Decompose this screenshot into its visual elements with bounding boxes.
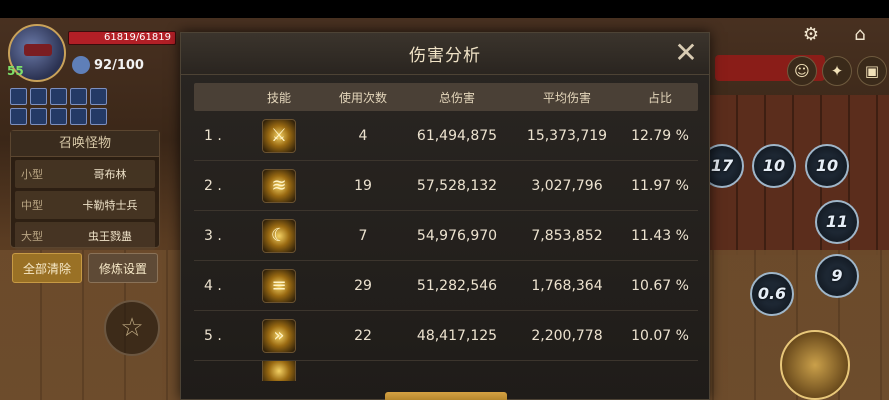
row-skill: » (234, 318, 324, 353)
row-rank: 5 . (204, 327, 222, 344)
close-icon[interactable]: ✕ (671, 39, 701, 69)
row-pct: 10.07 % (631, 327, 689, 344)
row-pct: 10.67 % (631, 277, 689, 294)
skill-button[interactable]: 10 (752, 144, 796, 188)
row-skill: ≋ (234, 168, 324, 203)
summon-title: 召唤怪物 (11, 131, 159, 157)
summon-size: 中型 (21, 199, 43, 212)
home-icon[interactable]: ⌂ (843, 20, 877, 50)
row-skill: ☾ (234, 218, 324, 253)
bag-icon[interactable]: ▣ (857, 56, 887, 86)
table-row: 2 . ≋ 19 57,528,132 3,027,796 11.97 % (194, 161, 698, 211)
row-avg: 1,768,364 (531, 277, 603, 294)
row-avg: 15,373,719 (526, 127, 608, 144)
buff-icon (50, 108, 67, 125)
table-header: 技能 使用次数 总伤害 平均伤害 占比 (194, 83, 698, 111)
table-row: 5 . » 22 48,417,125 2,200,778 10.07 % (194, 311, 698, 361)
header-count: 使用次数 (338, 90, 387, 105)
row-count: 19 (354, 177, 372, 194)
summon-monster: 哥布林 (93, 168, 127, 181)
skill-icon[interactable] (262, 361, 296, 381)
buff-icon (90, 108, 107, 125)
row-rank: 1 . (204, 127, 222, 144)
table-row: 4 . ≡ 29 51,282,546 1,768,364 10.67 % (194, 261, 698, 311)
dialog-header: 伤害分析 ✕ (181, 33, 709, 75)
row-rank: 4 . (204, 277, 222, 294)
row-rank: 3 . (204, 227, 222, 244)
buff-icon (70, 108, 87, 125)
mp-value: 92/100 (94, 58, 144, 73)
claw-slash-icon[interactable]: ≋ (262, 168, 296, 203)
damage-table: 技能 使用次数 总伤害 平均伤害 占比 1 . ⚔ 4 61,494,875 1… (194, 83, 698, 381)
summon-row[interactable]: 大型 虫王戮蛊 (15, 222, 155, 250)
training-settings-button[interactable]: 修炼设置 (88, 253, 158, 283)
mp-icon (72, 56, 90, 74)
summon-monster: 卡勒特士兵 (82, 199, 138, 212)
header-total: 总伤害 (438, 90, 475, 105)
damage-analysis-dialog: 伤害分析 ✕ 技能 使用次数 总伤害 平均伤害 占比 1 . ⚔ 4 61,49… (180, 32, 710, 400)
header-pct: 占比 (647, 90, 672, 105)
row-count: 29 (354, 277, 372, 294)
row-avg: 2,200,778 (531, 327, 603, 344)
attack-button[interactable] (780, 330, 850, 400)
row-skill: ⚔ (234, 118, 324, 153)
row-total: 51,282,546 (416, 277, 498, 294)
clear-all-button[interactable]: 全部清除 (12, 253, 82, 283)
row-total: 61,494,875 (416, 127, 498, 144)
player-level: 55 (7, 64, 24, 78)
buff-list (10, 88, 120, 125)
row-pct: 12.79 % (631, 127, 689, 144)
moon-strike-icon[interactable]: ☾ (262, 218, 296, 253)
top-status-bar (0, 0, 889, 18)
row-avg: 3,027,796 (531, 177, 603, 194)
summon-size: 小型 (21, 168, 43, 181)
row-avg: 7,853,852 (531, 227, 603, 244)
hp-bar: 61819/61819 (68, 31, 176, 45)
row-total: 57,528,132 (416, 177, 498, 194)
row-rank: 2 . (204, 177, 222, 194)
pet-icon[interactable]: ☺ (787, 56, 817, 86)
table-row-partial (194, 361, 698, 381)
skill-button[interactable]: 10 (805, 144, 849, 188)
dialog-title: 伤害分析 (409, 46, 481, 66)
buff-icon (70, 88, 87, 105)
table-row: 3 . ☾ 7 54,976,970 7,853,852 11.43 % (194, 211, 698, 261)
summon-monster: 虫王戮蛊 (88, 230, 132, 243)
skill-button[interactable]: 9 (815, 254, 859, 298)
buff-icon (30, 88, 47, 105)
joystick-star-icon[interactable]: ☆ (104, 300, 160, 356)
row-count: 7 (358, 227, 368, 244)
row-total: 48,417,125 (416, 327, 498, 344)
buff-icon (90, 88, 107, 105)
row-pct: 11.43 % (631, 227, 689, 244)
crossed-blades-icon[interactable]: ⚔ (262, 118, 296, 153)
buff-icon (10, 88, 27, 105)
summon-panel: 召唤怪物 小型 哥布林 中型 卡勒特士兵 大型 虫王戮蛊 (10, 130, 160, 250)
summon-row[interactable]: 中型 卡勒特士兵 (15, 191, 155, 219)
buff-icon (50, 88, 67, 105)
row-pct: 11.97 % (631, 177, 689, 194)
wind-slash-icon[interactable]: » (262, 318, 296, 353)
row-count: 4 (358, 127, 368, 144)
confirm-button[interactable] (385, 392, 507, 400)
row-skill: ≡ (234, 268, 324, 303)
compass-icon[interactable]: ✦ (822, 56, 852, 86)
buff-icon (30, 108, 47, 125)
summon-row[interactable]: 小型 哥布林 (15, 160, 155, 188)
buff-icon (10, 108, 27, 125)
skill-button[interactable]: 0.6 (750, 272, 794, 316)
gear-icon[interactable]: ⚙ (794, 20, 828, 50)
summon-size: 大型 (21, 230, 43, 243)
header-avg: 平均伤害 (542, 90, 591, 105)
header-skill: 技能 (266, 90, 291, 105)
row-total: 54,976,970 (416, 227, 498, 244)
triple-slash-icon[interactable]: ≡ (262, 268, 296, 303)
row-skill (234, 361, 324, 381)
table-row: 1 . ⚔ 4 61,494,875 15,373,719 12.79 % (194, 111, 698, 161)
row-count: 22 (354, 327, 372, 344)
skill-button[interactable]: 11 (815, 200, 859, 244)
